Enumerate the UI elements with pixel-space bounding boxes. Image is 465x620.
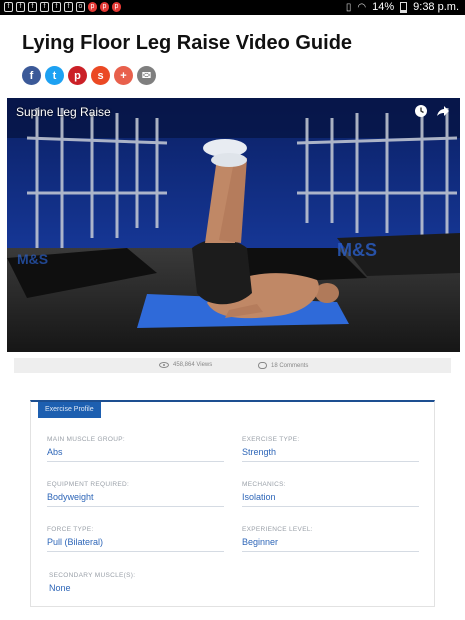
- field-label: MECHANICS:: [242, 481, 286, 488]
- facebook-notification-icon: f: [4, 2, 13, 12]
- facebook-share-button[interactable]: f: [22, 66, 41, 85]
- eye-icon: [159, 362, 169, 368]
- video-frame: M&S M&S: [7, 98, 460, 352]
- field-label: SECONDARY MUSCLE(S):: [49, 572, 136, 579]
- wifi-icon: ◠: [357, 1, 367, 13]
- share-buttons: f t p s + ✉: [22, 66, 156, 85]
- watch-later-icon[interactable]: [414, 104, 428, 118]
- field-label: MAIN MUSCLE GROUP:: [47, 436, 125, 443]
- comments-count[interactable]: 18 Comments: [271, 363, 308, 369]
- video-title: Supine Leg Raise: [16, 105, 111, 119]
- exercise-type-field: EXERCISE TYPE: Strength: [242, 436, 419, 462]
- svg-text:M&S: M&S: [337, 240, 377, 260]
- video-player[interactable]: M&S M&S Supine Leg Raise: [7, 98, 460, 352]
- video-stats-bar: 458,864 Views 18 Comments: [14, 358, 451, 373]
- pinterest-share-button[interactable]: p: [68, 66, 87, 85]
- field-value[interactable]: Isolation: [242, 492, 419, 506]
- facebook-notification-icon: f: [28, 2, 37, 12]
- exercise-profile-card: Exercise Profile MAIN MUSCLE GROUP: Abs …: [30, 400, 435, 607]
- instagram-notification-icon: o: [76, 2, 85, 12]
- field-value[interactable]: Pull (Bilateral): [47, 537, 224, 551]
- svg-text:M&S: M&S: [17, 251, 48, 267]
- share-icon[interactable]: [436, 104, 450, 118]
- stumbleupon-share-button[interactable]: s: [91, 66, 110, 85]
- mail-notification-icon: f: [64, 2, 73, 12]
- facebook-notification-icon: f: [40, 2, 49, 12]
- pinterest-notification-icon: p: [112, 2, 121, 12]
- battery-percent: 14%: [372, 1, 395, 13]
- field-value[interactable]: Abs: [47, 447, 224, 461]
- field-label: EXPERIENCE LEVEL:: [242, 526, 313, 533]
- field-value[interactable]: Strength: [242, 447, 419, 461]
- vibrate-icon: ▯: [345, 1, 352, 13]
- comments-stat[interactable]: 18 Comments: [258, 362, 308, 369]
- exercise-profile-tab[interactable]: Exercise Profile: [38, 402, 101, 418]
- secondary-muscles-field: SECONDARY MUSCLE(S): None: [49, 572, 226, 597]
- more-share-button[interactable]: +: [114, 66, 133, 85]
- comment-icon: [258, 362, 267, 369]
- battery-icon: [400, 1, 408, 13]
- equipment-required-field: EQUIPMENT REQUIRED: Bodyweight: [47, 481, 224, 507]
- experience-level-field: EXPERIENCE LEVEL: Beginner: [242, 526, 419, 552]
- status-bar: f f f f f f o p p p ▯ ◠ 14% 9:38 p.m.: [0, 0, 465, 15]
- page-title: Lying Floor Leg Raise Video Guide: [22, 32, 353, 54]
- notification-icons: f f f f f f o p p p: [4, 2, 121, 12]
- email-share-button[interactable]: ✉: [137, 66, 156, 85]
- clock: 9:38 p.m.: [413, 1, 459, 13]
- mechanics-field: MECHANICS: Isolation: [242, 481, 419, 507]
- field-label: EQUIPMENT REQUIRED:: [47, 481, 130, 488]
- image-notification-icon: f: [52, 2, 61, 12]
- twitter-share-button[interactable]: t: [45, 66, 64, 85]
- field-label: FORCE TYPE:: [47, 526, 94, 533]
- views-count: 458,864 Views: [173, 362, 213, 368]
- field-value: None: [49, 583, 71, 593]
- facebook-notification-icon: f: [16, 2, 25, 12]
- system-status: ▯ ◠ 14% 9:38 p.m.: [346, 1, 459, 13]
- force-type-field: FORCE TYPE: Pull (Bilateral): [47, 526, 224, 552]
- field-value[interactable]: Bodyweight: [47, 492, 224, 506]
- pinterest-notification-icon: p: [88, 2, 97, 12]
- main-muscle-group-field: MAIN MUSCLE GROUP: Abs: [47, 436, 224, 462]
- field-label: EXERCISE TYPE:: [242, 436, 300, 443]
- views-stat: 458,864 Views: [159, 362, 212, 368]
- pinterest-notification-icon: p: [100, 2, 109, 12]
- field-value[interactable]: Beginner: [242, 537, 419, 551]
